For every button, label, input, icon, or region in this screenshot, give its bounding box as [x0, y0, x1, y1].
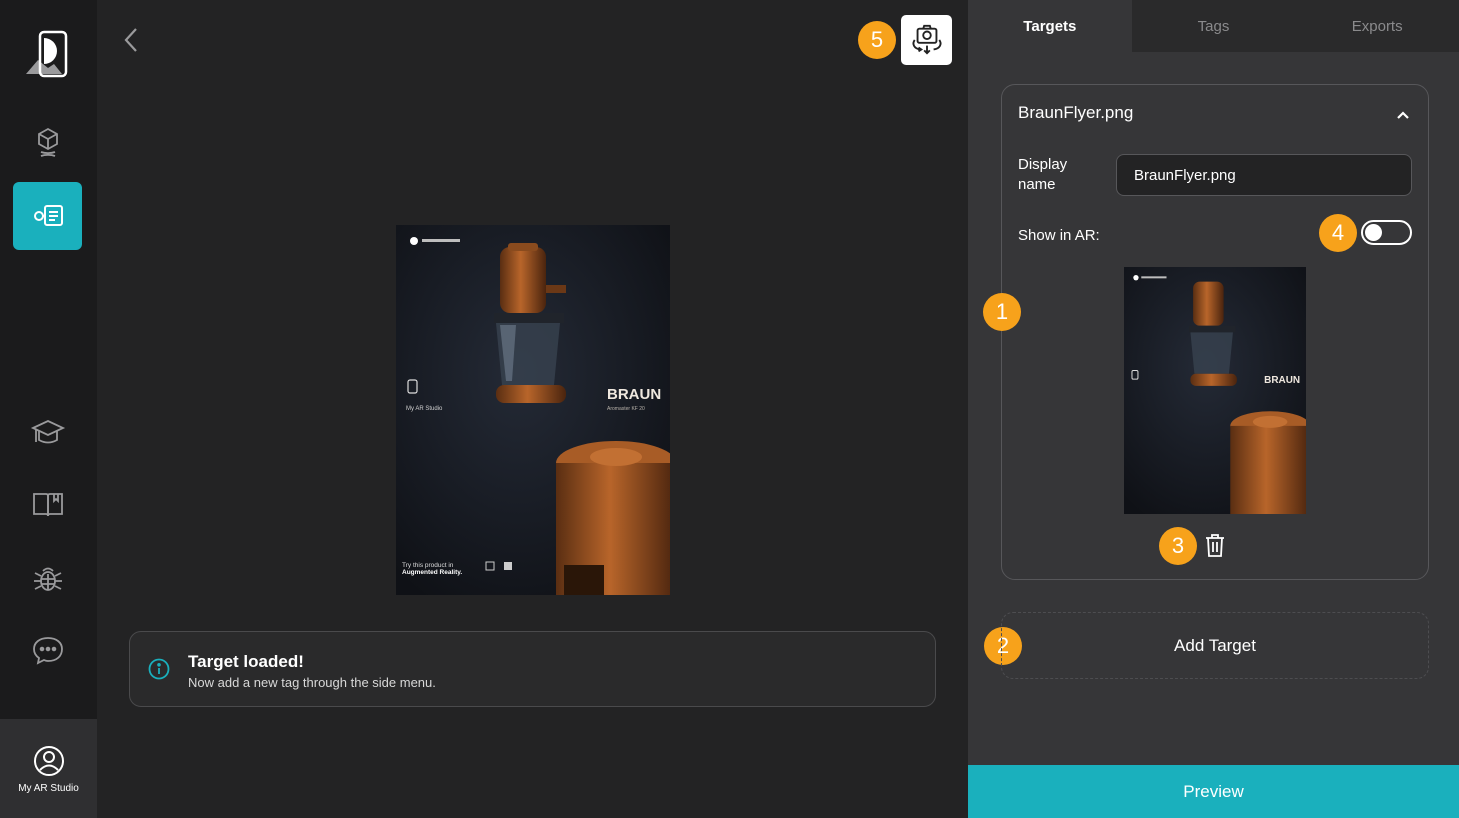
add-target-button[interactable]: Add Target: [1001, 612, 1429, 679]
braun-flyer-artwork: My AR Studio BRAUN Aromaster KF 20 Try t…: [396, 225, 670, 595]
ar-snapshot-button[interactable]: [901, 15, 952, 65]
flyer-model-text: Aromaster KF 20: [607, 406, 645, 412]
panel-tabs: Targets Tags Exports: [968, 0, 1459, 52]
book-icon: [32, 493, 63, 517]
sidebar-item-image-targets[interactable]: [13, 182, 82, 250]
account-label: My AR Studio: [18, 783, 79, 794]
phone-logo-icon: [26, 30, 68, 78]
flyer-brand-text: BRAUN: [607, 386, 661, 403]
show-in-ar-toggle[interactable]: [1361, 220, 1412, 245]
app-logo[interactable]: [24, 28, 72, 80]
camera-rotate-icon: [912, 24, 941, 55]
step-badge-1: 1: [983, 293, 1021, 331]
step-badge-4: 4: [1319, 214, 1357, 252]
sidebar: My AR Studio: [0, 0, 97, 818]
3d-model-icon: [37, 127, 58, 157]
flyer-studio-text: My AR Studio: [406, 406, 443, 412]
braun-flyer-thumbnail: BRAUN: [1124, 267, 1306, 514]
graduation-cap-icon: [30, 420, 65, 444]
target-image-preview: My AR Studio BRAUN Aromaster KF 20 Try t…: [396, 225, 670, 595]
target-thumbnail: BRAUN: [1124, 267, 1306, 514]
tab-targets[interactable]: Targets: [968, 0, 1132, 52]
toggle-knob: [1365, 224, 1382, 241]
sidebar-item-report-bug[interactable]: [13, 544, 82, 612]
sidebar-item-docs[interactable]: [13, 470, 82, 538]
show-in-ar-label: Show in AR:: [1018, 227, 1100, 244]
target-loaded-toast: Target loaded! Now add a new tag through…: [129, 631, 936, 707]
preview-button[interactable]: Preview: [968, 765, 1459, 818]
toast-message: Now add a new tag through the side menu.: [188, 675, 436, 690]
sidebar-item-feedback[interactable]: [13, 616, 82, 684]
tab-tags[interactable]: Tags: [1131, 0, 1296, 52]
flyer-tagline-2: Augmented Reality.: [402, 569, 462, 576]
display-name-input[interactable]: [1116, 154, 1412, 196]
sidebar-item-3d-models[interactable]: [13, 108, 82, 176]
display-name-label: Display name: [1018, 156, 1068, 193]
info-icon: [148, 658, 170, 680]
user-avatar-icon: [33, 746, 64, 776]
trash-icon[interactable]: [1203, 532, 1227, 558]
tab-exports[interactable]: Exports: [1295, 0, 1459, 52]
thumb-brand-text: BRAUN: [1264, 375, 1300, 386]
account-button[interactable]: My AR Studio: [0, 719, 97, 818]
chat-icon: [32, 637, 63, 665]
step-badge-3: 3: [1159, 527, 1197, 565]
chevron-up-icon[interactable]: [1394, 108, 1412, 122]
sidebar-item-tutorials[interactable]: [13, 398, 82, 466]
target-card-title[interactable]: BraunFlyer.png: [1018, 103, 1133, 123]
flyer-tagline-1: Try this product in: [402, 562, 454, 569]
back-chevron-icon[interactable]: [118, 24, 146, 56]
step-badge-5: 5: [858, 21, 896, 59]
toast-title: Target loaded!: [188, 652, 304, 671]
bug-icon: [33, 567, 62, 591]
app-root: My AR Studio 5 My AR Studio BRAUN Aromas…: [0, 0, 1459, 818]
image-target-icon: [33, 205, 63, 226]
